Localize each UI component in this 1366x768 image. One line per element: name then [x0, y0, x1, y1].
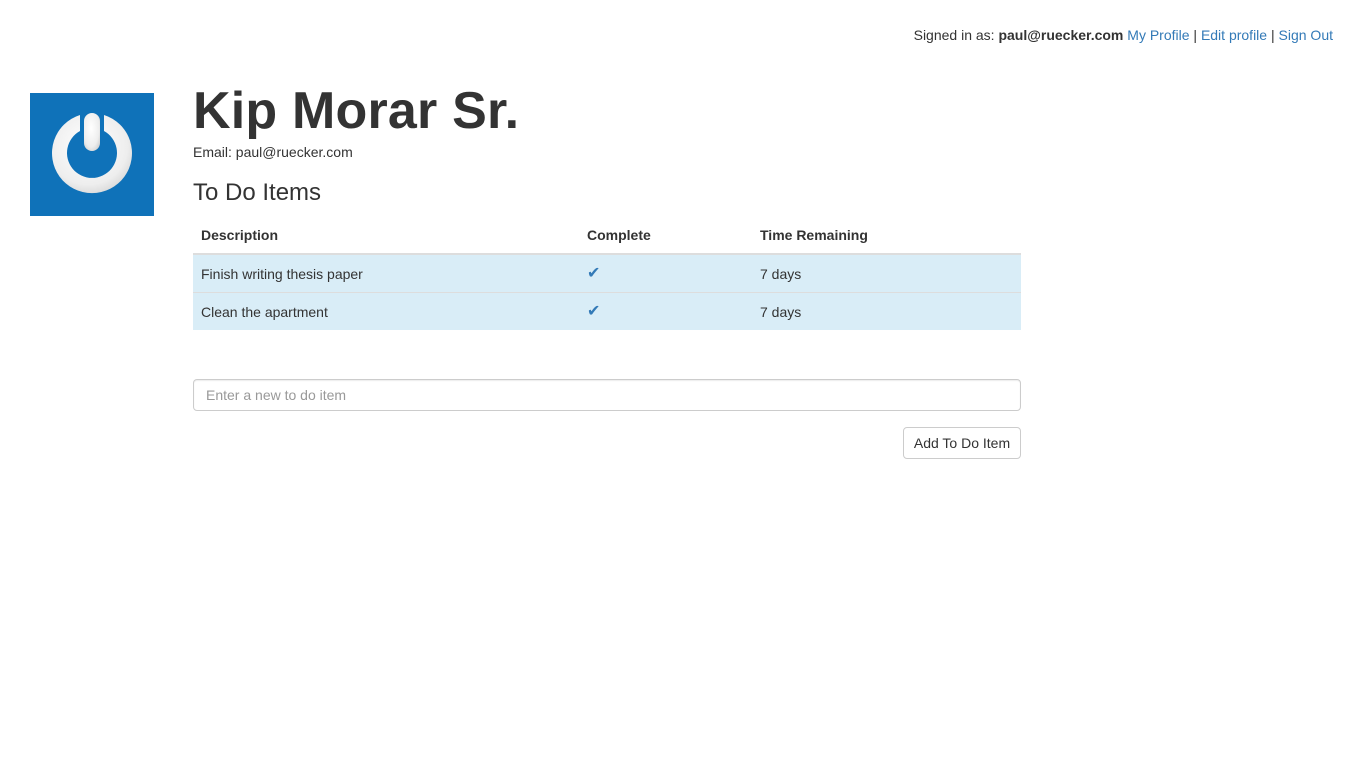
profile-email: Email: paul@ruecker.com — [193, 143, 1021, 161]
signed-in-label: Signed in as: — [913, 27, 995, 43]
nav-separator: | — [1193, 27, 1198, 43]
todo-complete: ✔ — [579, 253, 752, 293]
table-row: Clean the apartment ✔ 7 days — [193, 292, 1021, 330]
email-value: paul@ruecker.com — [235, 144, 353, 160]
edit-profile-link[interactable]: Edit profile — [1201, 27, 1267, 43]
todo-table: Description Complete Time Remaining Fini… — [193, 219, 1021, 330]
add-todo-button[interactable]: Add To Do Item — [903, 427, 1021, 459]
sign-out-link[interactable]: Sign Out — [1279, 27, 1333, 43]
new-todo-input[interactable] — [193, 379, 1021, 411]
todo-description: Finish writing thesis paper — [193, 253, 579, 293]
column-header-time-remaining: Time Remaining — [752, 219, 1021, 255]
profile-name: Kip Morar Sr. — [193, 82, 520, 140]
todo-time-remaining: 7 days — [752, 292, 1021, 330]
signed-in-email: paul@ruecker.com — [998, 27, 1124, 43]
column-header-description: Description — [193, 219, 579, 255]
nav-separator: | — [1270, 27, 1275, 43]
todo-complete: ✔ — [579, 292, 752, 330]
table-header-row: Description Complete Time Remaining — [193, 219, 1021, 255]
todo-description: Clean the apartment — [193, 292, 579, 330]
todo-section-title: To Do Items — [193, 179, 322, 206]
table-row: Finish writing thesis paper ✔ 7 days — [193, 253, 1021, 293]
column-header-complete: Complete — [579, 219, 752, 255]
gravatar-power-icon — [51, 113, 132, 194]
profile-main: Kip Morar Sr. Email: paul@ruecker.com To… — [193, 80, 1021, 330]
checkmark-icon: ✔ — [587, 303, 601, 320]
avatar — [30, 93, 154, 216]
my-profile-link[interactable]: My Profile — [1127, 27, 1189, 43]
email-label: Email: — [193, 144, 232, 160]
user-nav: Signed in as: paul@ruecker.com My Profil… — [914, 26, 1333, 44]
checkmark-icon: ✔ — [587, 265, 601, 282]
todo-time-remaining: 7 days — [752, 253, 1021, 293]
